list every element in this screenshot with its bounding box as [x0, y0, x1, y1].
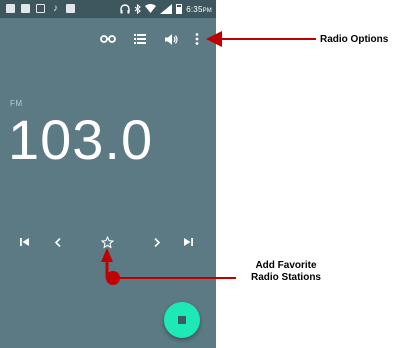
system-icons: 6:35PM	[120, 2, 212, 16]
image-icon	[66, 4, 75, 13]
speaker-icon	[164, 33, 178, 45]
frequency-display: 103.0	[8, 108, 154, 171]
bluetooth-icon	[134, 4, 142, 14]
skip-previous-button[interactable]	[14, 232, 34, 252]
signal-icon	[160, 4, 173, 14]
briefcase-icon	[36, 4, 45, 13]
stop-icon	[178, 316, 186, 324]
favorite-button[interactable]	[97, 232, 117, 252]
seek-forward-icon	[154, 237, 160, 247]
wifi-icon	[145, 4, 157, 13]
radio-toolbar	[0, 28, 216, 50]
add-favorite-label-line2: Radio Stations	[250, 272, 321, 283]
battery-icon	[176, 4, 183, 14]
notification-icons: ♪	[6, 4, 75, 14]
favorite-star-icon	[100, 235, 114, 248]
headset-icon	[120, 4, 130, 14]
seek-back-icon	[55, 237, 61, 247]
notification-icon	[6, 4, 15, 13]
speaker-button[interactable]	[162, 30, 180, 48]
tuning-controls	[0, 232, 216, 252]
band-label: FM	[10, 99, 23, 108]
add-favorite-label: Add Favorite Radio Stations	[238, 260, 334, 284]
stop-fab-button[interactable]	[164, 302, 200, 338]
more-vert-icon	[195, 33, 199, 45]
gallery-icon	[21, 4, 30, 13]
add-favorite-label-line1: Add Favorite	[255, 260, 317, 271]
seek-back-button[interactable]	[48, 232, 68, 252]
music-icon: ♪	[53, 3, 58, 14]
skip-previous-icon	[19, 238, 29, 246]
station-list-icon	[134, 34, 146, 44]
headphones-icon	[100, 35, 116, 43]
phone-screen: ♪ 6:35PM FM 103.0	[0, 0, 216, 348]
seek-forward-button[interactable]	[147, 232, 167, 252]
radio-options-button[interactable]	[191, 30, 203, 48]
headphones-button[interactable]	[97, 30, 119, 48]
skip-next-icon	[183, 238, 193, 246]
radio-options-label: Radio Options	[320, 34, 389, 45]
skip-next-button[interactable]	[178, 232, 198, 252]
status-bar: ♪ 6:35PM	[0, 0, 216, 18]
station-list-button[interactable]	[131, 30, 149, 48]
status-time: 6:35PM	[186, 4, 212, 14]
